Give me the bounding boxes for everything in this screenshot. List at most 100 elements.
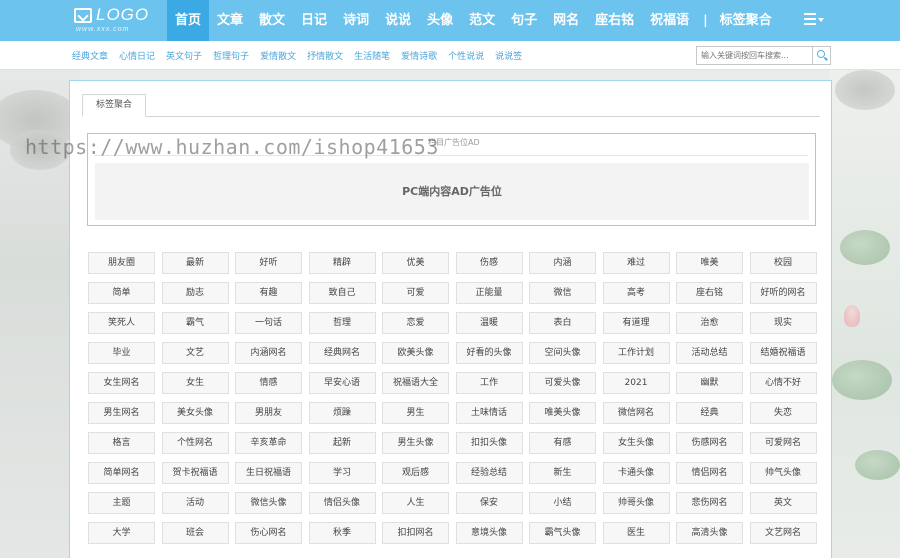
tag-button[interactable]: 男朋友 [235, 402, 302, 424]
tag-button[interactable]: 笑死人 [88, 312, 155, 334]
tag-button[interactable]: 烦躁 [308, 402, 376, 424]
tag-button[interactable]: 男生 [382, 402, 449, 424]
tag-button[interactable]: 伤感 [455, 252, 523, 274]
tag-button[interactable]: 早安心语 [308, 372, 376, 394]
tag-button[interactable]: 难过 [602, 252, 670, 274]
tag-button[interactable]: 悲伤网名 [676, 492, 743, 514]
tab-tag-aggregation[interactable]: 标签聚合 [82, 94, 146, 117]
tag-button[interactable]: 经典网名 [308, 342, 376, 364]
tag-button[interactable]: 有感 [529, 432, 596, 454]
site-logo[interactable]: LOGO www.xxx.com [72, 5, 152, 35]
tag-button[interactable]: 优美 [382, 252, 449, 274]
tag-button[interactable]: 唯美 [676, 252, 743, 274]
nav-item-mottos[interactable]: 座右铭 [587, 0, 642, 41]
tag-button[interactable]: 观后感 [382, 462, 449, 484]
tag-button[interactable]: 心情不好 [749, 372, 817, 394]
tag-button[interactable]: 可爱网名 [749, 432, 817, 454]
tag-button[interactable]: 校园 [749, 252, 817, 274]
tag-button[interactable]: 文艺网名 [749, 522, 817, 544]
tag-button[interactable]: 起新 [308, 432, 376, 454]
tag-button[interactable]: 励志 [161, 282, 229, 304]
search-button[interactable] [813, 46, 831, 65]
nav-item-essays[interactable]: 散文 [251, 0, 293, 41]
tag-button[interactable]: 情侣头像 [308, 492, 376, 514]
tag-button[interactable]: 英文 [749, 492, 817, 514]
tag-button[interactable]: 伤感网名 [676, 432, 743, 454]
tag-button[interactable]: 有趣 [235, 282, 302, 304]
tag-button[interactable]: 经典 [676, 402, 743, 424]
tag-button[interactable]: 简单网名 [88, 462, 155, 484]
tag-button[interactable]: 情感 [235, 372, 302, 394]
tag-button[interactable]: 新生 [529, 462, 596, 484]
tag-button[interactable]: 哲理 [308, 312, 376, 334]
tag-button[interactable]: 女生网名 [88, 372, 155, 394]
tag-button[interactable]: 恋爱 [382, 312, 449, 334]
subnav-item-philosophy-sentences[interactable]: 哲理句子 [213, 49, 249, 62]
tag-button[interactable]: 祝福语大全 [382, 372, 449, 394]
tag-button[interactable]: 学习 [308, 462, 376, 484]
subnav-item-lyrical-essays[interactable]: 抒情散文 [307, 49, 343, 62]
tag-button[interactable]: 可爱 [382, 282, 449, 304]
tag-button[interactable]: 保安 [455, 492, 523, 514]
tag-button[interactable]: 美女头像 [161, 402, 229, 424]
tag-button[interactable]: 欧美头像 [382, 342, 449, 364]
tag-button[interactable]: 文艺 [161, 342, 229, 364]
tag-button[interactable]: 简单 [88, 282, 155, 304]
tag-button[interactable]: 一句话 [235, 312, 302, 334]
tag-button[interactable]: 经验总结 [455, 462, 523, 484]
tag-button[interactable]: 治愈 [676, 312, 743, 334]
nav-item-sentences[interactable]: 句子 [503, 0, 545, 41]
tag-button[interactable]: 结婚祝福语 [749, 342, 817, 364]
tag-button[interactable]: 工作计划 [602, 342, 670, 364]
subnav-item-saying-signatures[interactable]: 说说签 [495, 49, 522, 62]
tag-button[interactable]: 男生头像 [382, 432, 449, 454]
tag-button[interactable]: 表白 [529, 312, 596, 334]
tag-button[interactable]: 人生 [382, 492, 449, 514]
nav-item-home[interactable]: 首页 [167, 0, 210, 41]
tag-button[interactable]: 致自己 [308, 282, 376, 304]
tag-button[interactable]: 好听 [235, 252, 302, 274]
tag-button[interactable]: 好听的网名 [749, 282, 817, 304]
tag-button[interactable]: 空间头像 [529, 342, 596, 364]
nav-item-articles[interactable]: 文章 [209, 0, 251, 41]
nav-item-tag-aggregation[interactable]: 标签聚合 [712, 0, 780, 41]
tag-button[interactable]: 生日祝福语 [235, 462, 302, 484]
tag-button[interactable]: 内涵网名 [235, 342, 302, 364]
tag-button[interactable]: 霸气头像 [529, 522, 596, 544]
subnav-item-personal-sayings[interactable]: 个性说说 [448, 49, 484, 62]
tag-button[interactable]: 内涵 [529, 252, 596, 274]
tag-button[interactable]: 女生 [161, 372, 229, 394]
tag-button[interactable]: 正能量 [455, 282, 523, 304]
tag-button[interactable]: 活动总结 [676, 342, 743, 364]
tag-button[interactable]: 格言 [88, 432, 155, 454]
tag-button[interactable]: 失恋 [749, 402, 817, 424]
nav-item-diary[interactable]: 日记 [293, 0, 335, 41]
tag-button[interactable]: 秋季 [308, 522, 376, 544]
tag-button[interactable]: 座右铭 [676, 282, 743, 304]
tag-button[interactable]: 帅气头像 [749, 462, 817, 484]
tag-button[interactable]: 精辟 [308, 252, 376, 274]
nav-item-nicknames[interactable]: 网名 [545, 0, 587, 41]
tag-button[interactable]: 现实 [749, 312, 817, 334]
tag-button[interactable]: 帅哥头像 [602, 492, 670, 514]
tag-button[interactable]: 微信网名 [602, 402, 670, 424]
tag-button[interactable]: 有道理 [602, 312, 670, 334]
tag-button[interactable]: 医生 [602, 522, 670, 544]
tag-button[interactable]: 朋友圈 [88, 252, 155, 274]
tag-button[interactable]: 可爱头像 [529, 372, 596, 394]
tag-button[interactable]: 微信 [529, 282, 596, 304]
tag-button[interactable]: 小结 [529, 492, 596, 514]
tag-button[interactable]: 主题 [88, 492, 155, 514]
tag-button[interactable]: 高考 [602, 282, 670, 304]
tag-button[interactable]: 工作 [455, 372, 523, 394]
tag-button[interactable]: 贺卡祝福语 [161, 462, 229, 484]
tag-button[interactable]: 活动 [161, 492, 229, 514]
subnav-item-classic-articles[interactable]: 经典文章 [72, 49, 108, 62]
search-input[interactable] [696, 46, 813, 65]
nav-item-blessings[interactable]: 祝福语 [642, 0, 697, 41]
tag-button[interactable]: 伤心网名 [235, 522, 302, 544]
tag-button[interactable]: 女生头像 [602, 432, 670, 454]
subnav-item-love-essays[interactable]: 爱情散文 [260, 49, 296, 62]
tag-button[interactable]: 幽默 [676, 372, 743, 394]
tag-button[interactable]: 高清头像 [676, 522, 743, 544]
